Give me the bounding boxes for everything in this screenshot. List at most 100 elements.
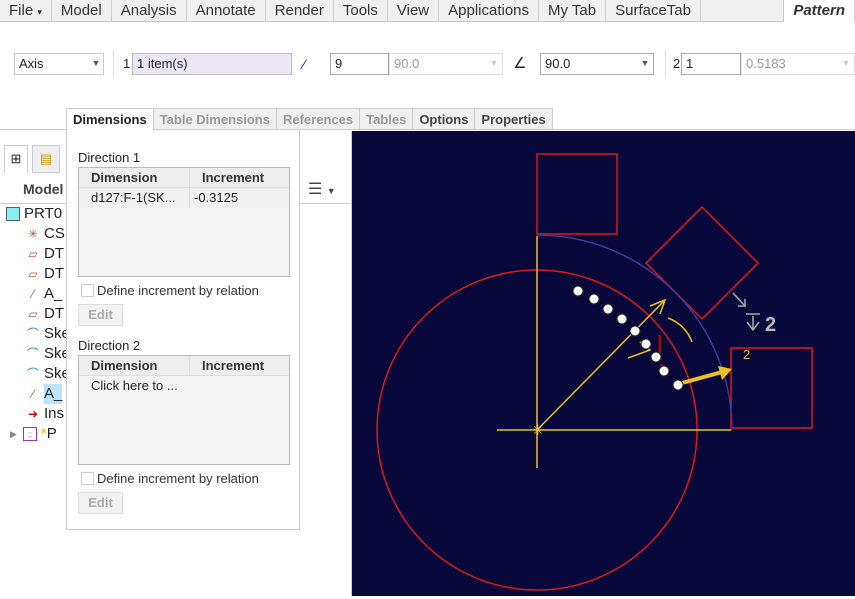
sketch-icon: ⌒ bbox=[26, 347, 39, 361]
file-label: File bbox=[9, 2, 34, 19]
tree-item-axis[interactable]: ⁄ A_ bbox=[26, 284, 62, 304]
chevron-down-icon[interactable]: ▼ bbox=[838, 53, 854, 75]
graphics-canvas[interactable]: ✳ 2 2 bbox=[352, 131, 855, 596]
tree-label: DT bbox=[44, 305, 64, 322]
model-graphics[interactable]: ✳ 2 2 bbox=[352, 131, 855, 596]
table-row[interactable]: d127:F-1(SK... -0.3125 bbox=[79, 188, 289, 208]
tree-label: DT bbox=[44, 245, 64, 262]
tree-label: CS bbox=[44, 225, 65, 242]
axis-reference-collector[interactable]: 1 item(s) bbox=[132, 53, 292, 75]
increment-cell[interactable]: -0.3125 bbox=[190, 188, 238, 208]
checkbox-label: Define increment by relation bbox=[97, 283, 259, 298]
part-icon bbox=[6, 207, 20, 221]
direction2-count-label[interactable]: 2 bbox=[743, 347, 750, 362]
tree-item-datum[interactable]: ▱ DT bbox=[26, 304, 64, 324]
csys-icon: ✳ bbox=[27, 227, 39, 241]
direction1-relation-checkbox[interactable]: Define increment by relation bbox=[81, 283, 259, 298]
checkbox[interactable] bbox=[81, 472, 94, 485]
sketch-icon: ⌒ bbox=[26, 367, 39, 381]
add-item-row[interactable]: Click here to ... bbox=[79, 376, 289, 396]
angle-arc-icon bbox=[667, 317, 693, 343]
tree-item-insert-here[interactable]: ➜ Ins bbox=[26, 404, 64, 424]
direction2-symbol-icon bbox=[746, 313, 760, 332]
tree-item-pattern[interactable]: ▶:: * P bbox=[10, 424, 57, 444]
tree-label: DT bbox=[44, 265, 64, 282]
reference-number: 1 bbox=[123, 56, 131, 71]
tree-header: Model bbox=[23, 181, 64, 197]
checkbox-label: Define increment by relation bbox=[97, 471, 259, 486]
tab-model[interactable]: Model bbox=[52, 0, 112, 22]
chevron-down-icon[interactable]: ▼ bbox=[486, 53, 502, 75]
gray-direction-arrow bbox=[732, 292, 746, 307]
direction1-edit-button[interactable]: Edit bbox=[78, 304, 123, 326]
tab-render[interactable]: Render bbox=[266, 0, 334, 22]
tree-label: A_ bbox=[44, 285, 63, 302]
direction2-table[interactable]: Dimension Increment Click here to ... bbox=[78, 355, 290, 465]
direction1-label: Direction 1 bbox=[78, 150, 141, 165]
tab-annotate[interactable]: Annotate bbox=[187, 0, 266, 22]
tree-item-sketch[interactable]: ⌒ Ske bbox=[26, 344, 70, 364]
dimension-cell[interactable]: d127:F-1(SK... bbox=[79, 188, 190, 208]
tab-tools[interactable]: Tools bbox=[334, 0, 388, 22]
tree-item-axis-selected[interactable]: ⁄ A_ bbox=[26, 384, 63, 404]
direction2-gray-label: 2 bbox=[765, 314, 776, 336]
tab-analysis[interactable]: Analysis bbox=[112, 0, 187, 22]
member-count-input[interactable]: 9 bbox=[330, 53, 389, 75]
chevron-down-icon[interactable]: ▼ bbox=[637, 53, 653, 75]
tree-item-datum[interactable]: ▱ DT bbox=[26, 264, 64, 284]
dashboard-tabs: Dimensions Table Dimensions References T… bbox=[66, 108, 553, 130]
tree-label: PRT0 bbox=[24, 205, 63, 222]
direction2-number: 2 bbox=[673, 56, 681, 71]
tree-label: Ins bbox=[44, 405, 65, 422]
count-icon: ⁄ bbox=[303, 56, 306, 72]
column-header: Dimension bbox=[79, 168, 190, 187]
tab-view[interactable]: View bbox=[388, 0, 440, 22]
datum-plane-icon: ▱ bbox=[28, 307, 38, 321]
direction2-relation-checkbox[interactable]: Define increment by relation bbox=[81, 471, 259, 486]
tree-label: A_ bbox=[44, 384, 63, 404]
tree-item-datum[interactable]: ▱ DT bbox=[26, 244, 64, 264]
axis-icon: ⁄ bbox=[31, 387, 34, 401]
angle-extent-icon: ∠ bbox=[513, 55, 527, 72]
column-header: Increment bbox=[202, 358, 265, 373]
tab-references[interactable]: References bbox=[276, 108, 361, 130]
axis-icon: ⁄ bbox=[31, 287, 34, 301]
column-header: Increment bbox=[202, 170, 265, 185]
tree-item-part[interactable]: PRT0 bbox=[6, 204, 62, 224]
tab-my-tab[interactable]: My Tab bbox=[539, 0, 607, 22]
checkbox[interactable] bbox=[81, 284, 94, 297]
tree-item-csys[interactable]: ✳ CS bbox=[26, 224, 65, 244]
dimensions-panel: Direction 1 Dimension Increment d127:F-1(… bbox=[66, 130, 300, 530]
file-menu[interactable]: File ▾ bbox=[0, 0, 52, 22]
tab-options[interactable]: Options bbox=[413, 108, 476, 130]
tree-settings-icon[interactable]: ☰ ▼ bbox=[308, 179, 336, 199]
tab-pattern[interactable]: Pattern bbox=[783, 0, 855, 23]
tab-properties[interactable]: Properties bbox=[475, 108, 553, 130]
expand-icon[interactable]: ▶ bbox=[10, 424, 17, 444]
direction2-edit-button[interactable]: Edit bbox=[78, 492, 123, 514]
tab-tables[interactable]: Tables bbox=[360, 108, 414, 130]
insert-arrow-icon: ➜ bbox=[27, 407, 39, 421]
direction1-table[interactable]: Dimension Increment d127:F-1(SK... -0.3125 bbox=[78, 167, 290, 277]
sketch-icon: ⌒ bbox=[26, 327, 39, 341]
pattern-icon: :: bbox=[22, 427, 37, 441]
ribbon: File ▾ Model Analysis Annotate Render To… bbox=[0, 0, 855, 23]
pattern-type-value: Axis bbox=[19, 56, 44, 71]
click-here-placeholder[interactable]: Click here to ... bbox=[79, 376, 178, 396]
tree-label: P bbox=[46, 425, 57, 442]
direction2-count-input[interactable]: 1 bbox=[681, 53, 741, 75]
model-tree-icon[interactable]: ⊞ bbox=[4, 145, 28, 173]
direction2-label: Direction 2 bbox=[78, 338, 141, 353]
tree-item-sketch[interactable]: ⌒ Ske bbox=[26, 364, 70, 384]
direction-line bbox=[536, 299, 666, 431]
column-header: Dimension bbox=[79, 356, 190, 375]
tab-dimensions[interactable]: Dimensions bbox=[66, 108, 154, 130]
tab-table-dimensions[interactable]: Table Dimensions bbox=[153, 108, 277, 130]
datum-plane-icon: ▱ bbox=[28, 247, 38, 261]
red-square-feature[interactable] bbox=[536, 153, 618, 235]
chevron-down-icon[interactable]: ▼ bbox=[88, 53, 104, 75]
folder-browser-icon[interactable]: ▤ bbox=[32, 145, 60, 173]
tab-applications[interactable]: Applications bbox=[439, 0, 540, 22]
tab-surfacetab[interactable]: SurfaceTab bbox=[606, 0, 701, 22]
tree-item-sketch[interactable]: ⌒ Ske bbox=[26, 324, 70, 344]
